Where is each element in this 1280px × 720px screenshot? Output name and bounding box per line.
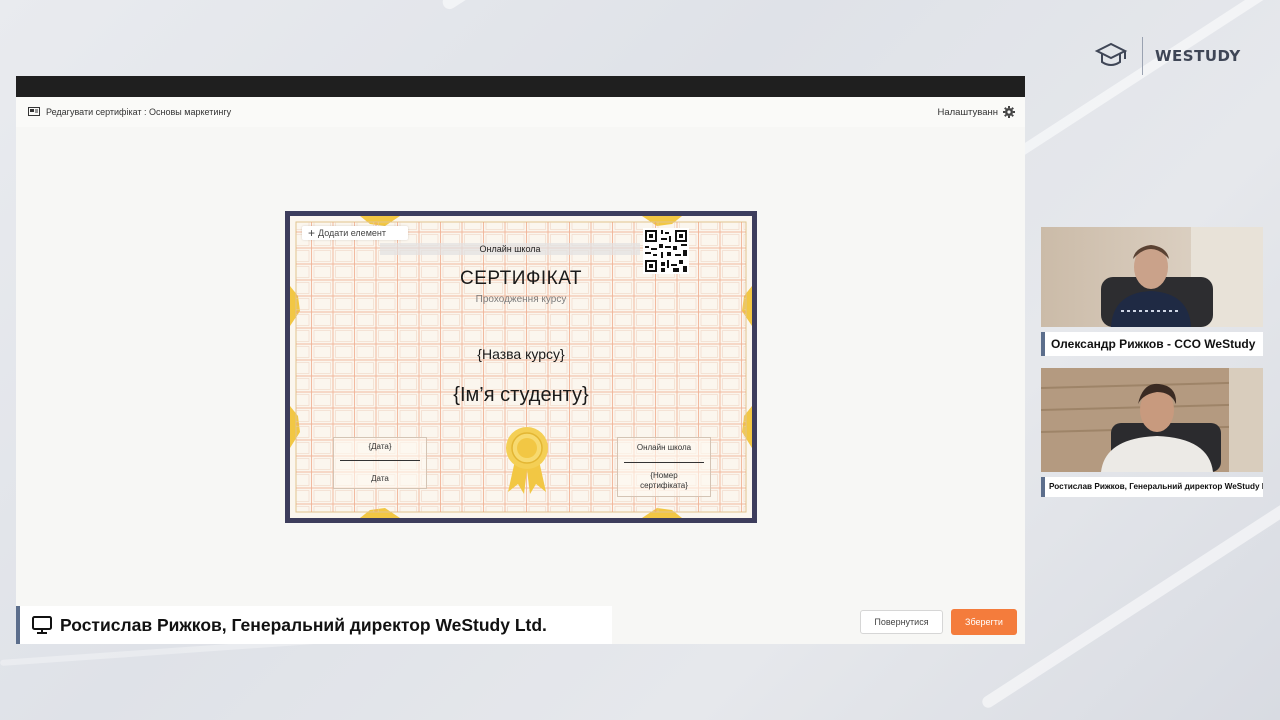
participant-tile[interactable]: Ростислав Рижков, Генеральний директор W… <box>1041 368 1263 497</box>
gear-icon <box>1003 106 1015 118</box>
brand-name: WESTUDY <box>1155 47 1241 65</box>
certificate-title[interactable]: СЕРТИФІКАТ <box>290 268 752 290</box>
course-name-placeholder[interactable]: {Назва курсу} <box>290 346 752 362</box>
school-signature-box[interactable]: Онлайн школа {Номер сертифіката} <box>617 437 711 497</box>
school-signature-label: Онлайн школа <box>636 443 692 452</box>
screen-topbar <box>16 76 1025 97</box>
student-name-placeholder[interactable]: {Ім’я студенту} <box>290 384 752 407</box>
participant-label: Олександр Рижков - CCO WeStudy <box>1041 332 1263 356</box>
participant-video <box>1041 227 1263 327</box>
presenter-name: Ростислав Рижков, Генеральний директор W… <box>60 614 547 635</box>
certificate-number-placeholder: {Номер сертифіката} <box>640 471 688 490</box>
edit-certificate-icon <box>28 107 40 116</box>
presenter-caption: Ростислав Рижков, Генеральний директор W… <box>16 606 612 644</box>
brand-logo: WESTUDY <box>1094 36 1241 76</box>
brand-divider <box>1142 37 1143 75</box>
app-title-text: Редагувати сертифікат : Основы маркетинг… <box>46 107 232 117</box>
certificate-canvas[interactable]: + Додати елемент Онлайн школа СЕРТИФІКАТ… <box>285 211 757 523</box>
back-button[interactable]: Повернутися <box>860 610 943 634</box>
settings-label: Налаштуванн <box>937 106 998 118</box>
save-button[interactable]: Зберегти <box>951 609 1017 635</box>
monitor-icon <box>32 616 52 634</box>
participant-label: Ростислав Рижков, Генеральний директор W… <box>1041 477 1263 497</box>
background-streak <box>440 0 800 12</box>
settings-button[interactable]: Налаштуванн <box>937 106 1015 118</box>
add-element-label: Додати елемент <box>318 228 386 238</box>
plus-icon: + <box>308 226 316 240</box>
certificate-sheet: + Додати елемент Онлайн школа СЕРТИФІКАТ… <box>290 216 752 518</box>
signature-line <box>340 460 420 461</box>
date-placeholder: {Дата} <box>368 442 392 451</box>
certificate-subtitle[interactable]: Проходження курсу <box>290 294 752 305</box>
add-element-button[interactable]: + Додати елемент <box>302 226 408 240</box>
participant-video <box>1041 368 1263 472</box>
background-streak <box>980 482 1280 711</box>
participant-tile[interactable]: Олександр Рижков - CCO WeStudy <box>1041 227 1263 356</box>
award-medal-icon <box>506 427 548 494</box>
graduation-cap-icon <box>1094 42 1128 66</box>
shared-screen: Редагувати сертифікат : Основы маркетинг… <box>16 76 1025 644</box>
date-label: Дата <box>371 474 389 483</box>
date-box[interactable]: {Дата} Дата <box>333 437 427 489</box>
app-title: Редагувати сертифікат : Основы маркетинг… <box>28 107 231 117</box>
signature-line <box>624 462 704 463</box>
school-name-field[interactable]: Онлайн школа <box>380 243 640 255</box>
app-header: Редагувати сертифікат : Основы маркетинг… <box>16 97 1025 127</box>
